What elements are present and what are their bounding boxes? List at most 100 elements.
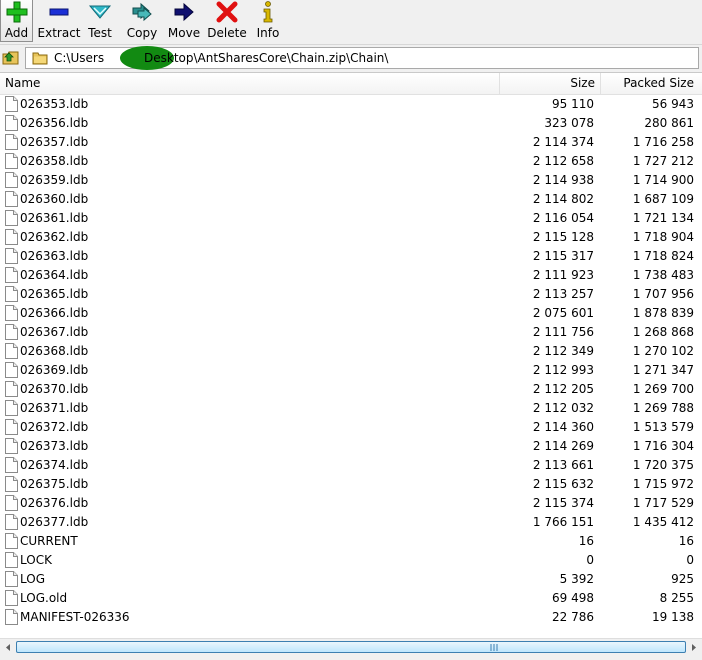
column-name[interactable]: Name xyxy=(5,76,40,90)
file-packed-size: 56 943 xyxy=(652,97,694,111)
column-header: Name Size Packed Size xyxy=(0,73,702,95)
delete-button[interactable]: Delete xyxy=(207,0,247,42)
table-row[interactable]: 026361.ldb 2 116 054 1 721 134 xyxy=(0,209,702,228)
test-button[interactable]: Test xyxy=(85,0,115,42)
table-row[interactable]: 026375.ldb 2 115 632 1 715 972 xyxy=(0,475,702,494)
address-field[interactable]: C:\Users Desktop\AntSharesCore\Chain.zip… xyxy=(25,46,699,70)
scroll-left-icon[interactable] xyxy=(1,641,15,654)
table-row[interactable]: 026359.ldb 2 114 938 1 714 900 xyxy=(0,171,702,190)
folder-up-icon[interactable] xyxy=(2,49,20,67)
copy-button[interactable]: Copy xyxy=(125,0,159,42)
file-packed-size: 1 717 529 xyxy=(632,496,694,510)
file-icon xyxy=(5,609,18,625)
add-button[interactable]: Add xyxy=(0,0,33,42)
move-label: Move xyxy=(167,26,201,40)
add-label: Add xyxy=(4,26,29,40)
file-icon xyxy=(5,400,18,416)
column-divider[interactable] xyxy=(600,73,601,94)
file-size: 16 xyxy=(578,534,594,548)
file-name: 026364.ldb xyxy=(20,268,89,282)
table-row[interactable]: 026369.ldb 2 112 993 1 271 347 xyxy=(0,361,702,380)
file-icon xyxy=(5,229,18,245)
table-row[interactable]: MANIFEST-026336 22 786 19 138 xyxy=(0,608,702,627)
file-icon xyxy=(5,324,18,340)
file-icon xyxy=(5,172,18,188)
file-size: 2 112 993 xyxy=(532,363,594,377)
table-row[interactable]: 026372.ldb 2 114 360 1 513 579 xyxy=(0,418,702,437)
table-row[interactable]: 026362.ldb 2 115 128 1 718 904 xyxy=(0,228,702,247)
table-row[interactable]: 026366.ldb 2 075 601 1 878 839 xyxy=(0,304,702,323)
file-name: 026370.ldb xyxy=(20,382,89,396)
file-packed-size: 1 715 972 xyxy=(632,477,694,491)
extract-button[interactable]: Extract xyxy=(38,0,81,42)
file-size: 2 075 601 xyxy=(532,306,594,320)
table-row[interactable]: 026370.ldb 2 112 205 1 269 700 xyxy=(0,380,702,399)
file-name: 026377.ldb xyxy=(20,515,89,529)
file-packed-size: 1 269 788 xyxy=(632,401,694,415)
file-size: 2 112 205 xyxy=(532,382,594,396)
table-row[interactable]: 026367.ldb 2 111 756 1 268 868 xyxy=(0,323,702,342)
file-name: 026376.ldb xyxy=(20,496,89,510)
scroll-thumb[interactable] xyxy=(16,641,686,653)
file-name: CURRENT xyxy=(20,534,78,548)
table-row[interactable]: LOG.old 69 498 8 255 xyxy=(0,589,702,608)
file-icon xyxy=(5,191,18,207)
file-icon xyxy=(5,438,18,454)
table-row[interactable]: 026356.ldb 323 078 280 861 xyxy=(0,114,702,133)
table-row[interactable]: 026368.ldb 2 112 349 1 270 102 xyxy=(0,342,702,361)
table-row[interactable]: 026364.ldb 2 111 923 1 738 483 xyxy=(0,266,702,285)
table-row[interactable]: 026358.ldb 2 112 658 1 727 212 xyxy=(0,152,702,171)
file-size: 2 115 374 xyxy=(532,496,594,510)
file-packed-size: 1 716 304 xyxy=(632,439,694,453)
file-name: 026360.ldb xyxy=(20,192,89,206)
table-row[interactable]: 026353.ldb 95 110 56 943 xyxy=(0,95,702,114)
horizontal-scrollbar[interactable] xyxy=(0,638,702,656)
info-label: Info xyxy=(256,26,280,40)
column-size[interactable]: Size xyxy=(570,76,595,90)
move-button[interactable]: Move xyxy=(167,0,201,42)
file-name: 026367.ldb xyxy=(20,325,89,339)
info-icon xyxy=(263,1,273,23)
table-row[interactable]: 026377.ldb 1 766 151 1 435 412 xyxy=(0,513,702,532)
file-name: 026357.ldb xyxy=(20,135,89,149)
column-divider[interactable] xyxy=(499,73,500,94)
file-name: MANIFEST-026336 xyxy=(20,610,130,624)
table-row[interactable]: LOG 5 392 925 xyxy=(0,570,702,589)
file-packed-size: 1 268 868 xyxy=(632,325,694,339)
file-packed-size: 1 513 579 xyxy=(632,420,694,434)
file-icon xyxy=(5,96,18,112)
file-icon xyxy=(5,514,18,530)
table-row[interactable]: 026376.ldb 2 115 374 1 717 529 xyxy=(0,494,702,513)
double-arrow-icon xyxy=(132,2,152,22)
file-packed-size: 16 xyxy=(678,534,694,548)
file-packed-size: 1 716 258 xyxy=(632,135,694,149)
file-packed-size: 1 721 134 xyxy=(632,211,694,225)
table-row[interactable]: 026360.ldb 2 114 802 1 687 109 xyxy=(0,190,702,209)
file-name: LOCK xyxy=(20,553,52,567)
column-packed-size[interactable]: Packed Size xyxy=(623,76,694,90)
file-icon xyxy=(5,552,18,568)
file-size: 2 115 128 xyxy=(532,230,594,244)
info-button[interactable]: Info xyxy=(255,0,281,42)
table-row[interactable]: 026357.ldb 2 114 374 1 716 258 xyxy=(0,133,702,152)
file-packed-size: 19 138 xyxy=(652,610,694,624)
table-row[interactable]: CURRENT 16 16 xyxy=(0,532,702,551)
file-packed-size: 1 687 109 xyxy=(632,192,694,206)
file-size: 2 116 054 xyxy=(532,211,594,225)
file-icon xyxy=(5,495,18,511)
table-row[interactable]: 026363.ldb 2 115 317 1 718 824 xyxy=(0,247,702,266)
file-size: 22 786 xyxy=(552,610,594,624)
table-row[interactable]: 026371.ldb 2 112 032 1 269 788 xyxy=(0,399,702,418)
file-name: 026356.ldb xyxy=(20,116,89,130)
file-size: 2 111 756 xyxy=(532,325,594,339)
file-size: 2 111 923 xyxy=(532,268,594,282)
table-row[interactable]: LOCK 0 0 xyxy=(0,551,702,570)
file-icon xyxy=(5,533,18,549)
file-size: 2 114 269 xyxy=(532,439,594,453)
scroll-right-icon[interactable] xyxy=(687,641,701,654)
file-packed-size: 1 714 900 xyxy=(632,173,694,187)
table-row[interactable]: 026373.ldb 2 114 269 1 716 304 xyxy=(0,437,702,456)
status-bar xyxy=(0,656,702,660)
table-row[interactable]: 026374.ldb 2 113 661 1 720 375 xyxy=(0,456,702,475)
table-row[interactable]: 026365.ldb 2 113 257 1 707 956 xyxy=(0,285,702,304)
